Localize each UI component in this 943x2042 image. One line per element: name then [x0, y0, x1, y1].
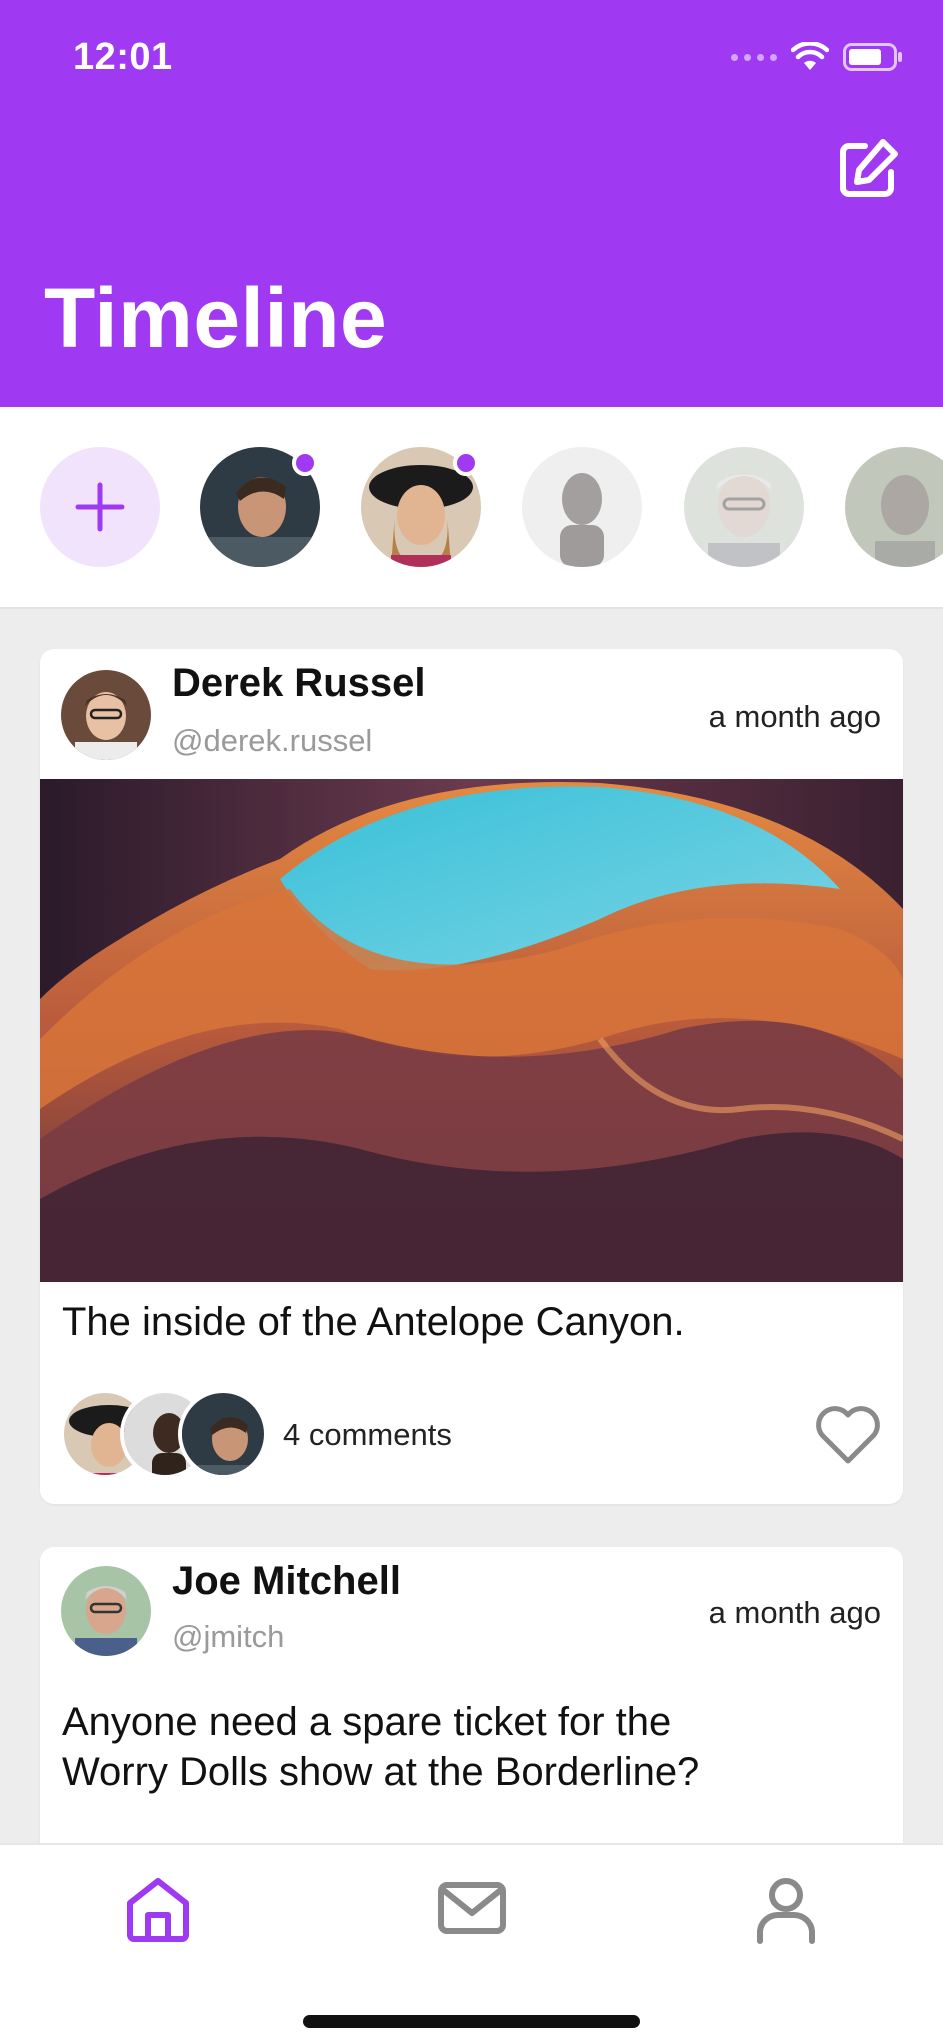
unread-indicator: [292, 450, 318, 476]
post-image[interactable]: [40, 779, 903, 1282]
add-story-button[interactable]: [40, 447, 160, 567]
author-name[interactable]: Derek Russel: [172, 661, 425, 706]
stories-bar: [0, 407, 943, 609]
signal-icon: [731, 53, 777, 61]
post-card[interactable]: Joe Mitchell @jmitch a month ago Anyone …: [40, 1547, 903, 1887]
story-avatar[interactable]: [522, 447, 642, 567]
home-indicator: [303, 2015, 640, 2028]
compose-icon[interactable]: [835, 136, 901, 202]
author-handle: @derek.russel: [172, 723, 373, 758]
avatar: [845, 447, 943, 567]
post-time: a month ago: [708, 699, 881, 734]
mail-icon[interactable]: [436, 1873, 508, 1945]
comments-count[interactable]: 4 comments: [283, 1417, 452, 1453]
unread-indicator: [453, 450, 479, 476]
avatar: [684, 447, 804, 567]
post-caption: The inside of the Antelope Canyon.: [62, 1300, 685, 1344]
author-avatar[interactable]: [61, 1566, 151, 1656]
user-icon[interactable]: [750, 1873, 822, 1945]
story-avatar[interactable]: [684, 447, 804, 567]
tab-bar: [0, 1843, 943, 2042]
avatar: [522, 447, 642, 567]
avatar: [61, 670, 151, 760]
heart-icon[interactable]: [813, 1403, 883, 1467]
status-icons: [731, 42, 903, 72]
post-caption-line: Anyone need a spare ticket for the: [62, 1700, 672, 1744]
author-handle: @jmitch: [172, 1619, 285, 1654]
story-avatar[interactable]: [845, 447, 943, 567]
page-title: Timeline: [44, 271, 388, 365]
home-icon[interactable]: [122, 1873, 194, 1945]
commenter-avatars[interactable]: [60, 1389, 280, 1481]
post-card[interactable]: Derek Russel @derek.russel a month ago T…: [40, 649, 903, 1504]
post-caption-line: Worry Dolls show at the Borderline?: [62, 1750, 700, 1794]
plus-icon: [75, 482, 125, 532]
battery-icon: [843, 43, 902, 71]
status-time: 12:01: [73, 36, 173, 78]
author-name[interactable]: Joe Mitchell: [172, 1559, 401, 1604]
post-time: a month ago: [708, 1595, 881, 1630]
avatar: [61, 1566, 151, 1656]
author-avatar[interactable]: [61, 670, 151, 760]
app-header: 12:01 Timeline: [0, 0, 943, 407]
avatar: [178, 1389, 268, 1479]
wifi-icon: [791, 42, 829, 70]
canyon-photo: [40, 779, 903, 1282]
